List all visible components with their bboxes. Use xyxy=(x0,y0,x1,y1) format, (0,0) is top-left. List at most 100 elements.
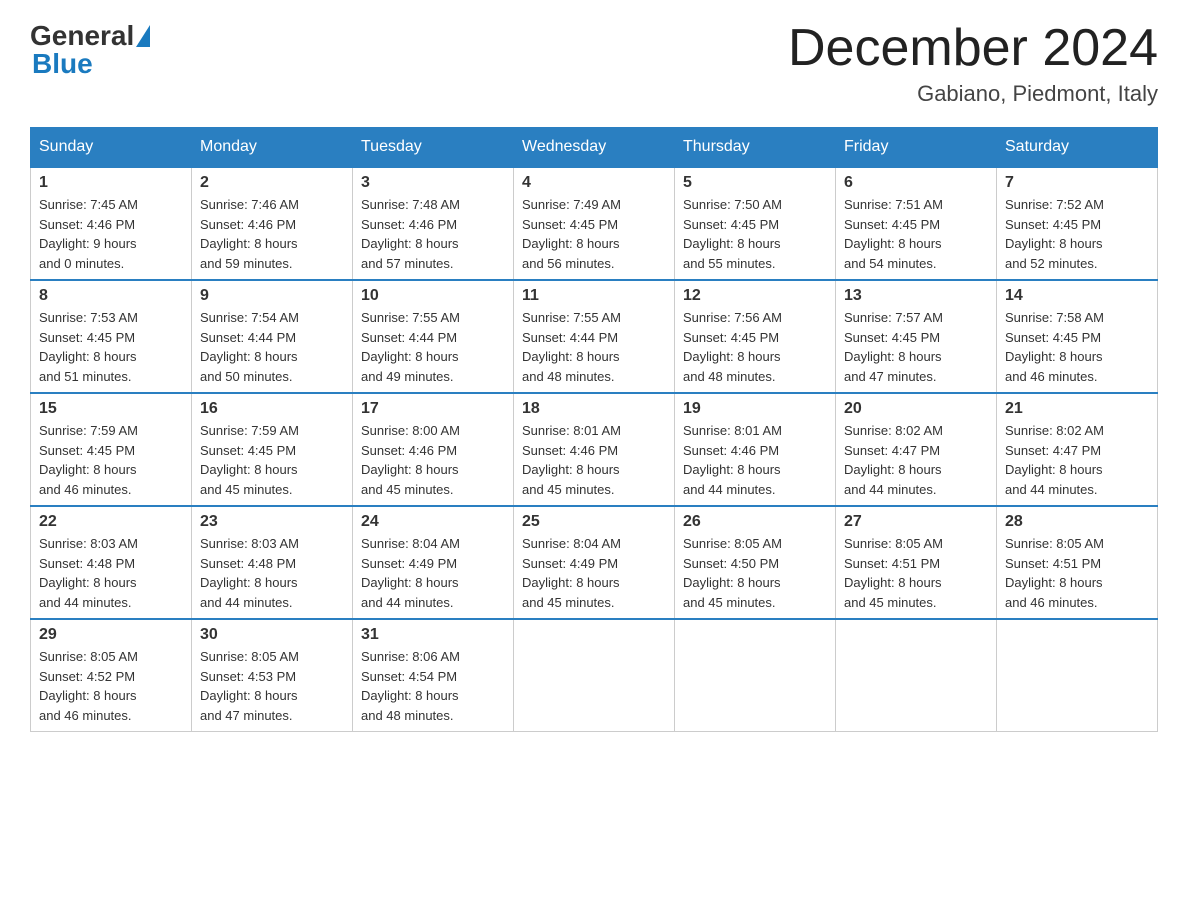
col-friday: Friday xyxy=(836,128,997,168)
day-number: 30 xyxy=(200,626,344,644)
day-number: 6 xyxy=(844,174,988,192)
day-info: Sunrise: 8:03 AMSunset: 4:48 PMDaylight:… xyxy=(200,534,344,612)
logo-blue-text: Blue xyxy=(32,48,93,79)
day-number: 12 xyxy=(683,287,827,305)
day-number: 21 xyxy=(1005,400,1149,418)
day-number: 14 xyxy=(1005,287,1149,305)
day-info: Sunrise: 7:50 AMSunset: 4:45 PMDaylight:… xyxy=(683,195,827,273)
calendar-week-1: 1 Sunrise: 7:45 AMSunset: 4:46 PMDayligh… xyxy=(31,167,1158,280)
day-number: 24 xyxy=(361,513,505,531)
calendar-cell: 28 Sunrise: 8:05 AMSunset: 4:51 PMDaylig… xyxy=(997,506,1158,619)
calendar-cell: 18 Sunrise: 8:01 AMSunset: 4:46 PMDaylig… xyxy=(514,393,675,506)
day-info: Sunrise: 7:51 AMSunset: 4:45 PMDaylight:… xyxy=(844,195,988,273)
calendar-cell: 5 Sunrise: 7:50 AMSunset: 4:45 PMDayligh… xyxy=(675,167,836,280)
day-info: Sunrise: 7:59 AMSunset: 4:45 PMDaylight:… xyxy=(39,421,183,499)
day-info: Sunrise: 8:05 AMSunset: 4:51 PMDaylight:… xyxy=(1005,534,1149,612)
page-header: General Blue December 2024 Gabiano, Pied… xyxy=(30,20,1158,107)
day-info: Sunrise: 7:48 AMSunset: 4:46 PMDaylight:… xyxy=(361,195,505,273)
month-title: December 2024 xyxy=(788,20,1158,77)
day-info: Sunrise: 8:03 AMSunset: 4:48 PMDaylight:… xyxy=(39,534,183,612)
day-number: 11 xyxy=(522,287,666,305)
calendar-cell: 4 Sunrise: 7:49 AMSunset: 4:45 PMDayligh… xyxy=(514,167,675,280)
col-sunday: Sunday xyxy=(31,128,192,168)
calendar-week-4: 22 Sunrise: 8:03 AMSunset: 4:48 PMDaylig… xyxy=(31,506,1158,619)
day-info: Sunrise: 8:06 AMSunset: 4:54 PMDaylight:… xyxy=(361,647,505,725)
calendar-cell: 20 Sunrise: 8:02 AMSunset: 4:47 PMDaylig… xyxy=(836,393,997,506)
calendar-cell: 27 Sunrise: 8:05 AMSunset: 4:51 PMDaylig… xyxy=(836,506,997,619)
calendar-cell: 12 Sunrise: 7:56 AMSunset: 4:45 PMDaylig… xyxy=(675,280,836,393)
calendar-cell: 25 Sunrise: 8:04 AMSunset: 4:49 PMDaylig… xyxy=(514,506,675,619)
day-number: 22 xyxy=(39,513,183,531)
day-info: Sunrise: 8:01 AMSunset: 4:46 PMDaylight:… xyxy=(522,421,666,499)
day-info: Sunrise: 8:00 AMSunset: 4:46 PMDaylight:… xyxy=(361,421,505,499)
calendar-cell: 1 Sunrise: 7:45 AMSunset: 4:46 PMDayligh… xyxy=(31,167,192,280)
day-info: Sunrise: 8:02 AMSunset: 4:47 PMDaylight:… xyxy=(1005,421,1149,499)
day-number: 17 xyxy=(361,400,505,418)
calendar-cell: 11 Sunrise: 7:55 AMSunset: 4:44 PMDaylig… xyxy=(514,280,675,393)
calendar-cell: 9 Sunrise: 7:54 AMSunset: 4:44 PMDayligh… xyxy=(192,280,353,393)
calendar-cell: 15 Sunrise: 7:59 AMSunset: 4:45 PMDaylig… xyxy=(31,393,192,506)
day-number: 2 xyxy=(200,174,344,192)
day-info: Sunrise: 8:02 AMSunset: 4:47 PMDaylight:… xyxy=(844,421,988,499)
day-number: 5 xyxy=(683,174,827,192)
day-info: Sunrise: 7:49 AMSunset: 4:45 PMDaylight:… xyxy=(522,195,666,273)
day-number: 1 xyxy=(39,174,183,192)
calendar-cell xyxy=(997,619,1158,732)
calendar-cell xyxy=(675,619,836,732)
calendar-week-2: 8 Sunrise: 7:53 AMSunset: 4:45 PMDayligh… xyxy=(31,280,1158,393)
day-info: Sunrise: 8:05 AMSunset: 4:53 PMDaylight:… xyxy=(200,647,344,725)
calendar-cell: 7 Sunrise: 7:52 AMSunset: 4:45 PMDayligh… xyxy=(997,167,1158,280)
day-info: Sunrise: 7:56 AMSunset: 4:45 PMDaylight:… xyxy=(683,308,827,386)
col-tuesday: Tuesday xyxy=(353,128,514,168)
day-info: Sunrise: 8:05 AMSunset: 4:51 PMDaylight:… xyxy=(844,534,988,612)
day-info: Sunrise: 8:05 AMSunset: 4:52 PMDaylight:… xyxy=(39,647,183,725)
logo-triangle-icon xyxy=(136,25,150,47)
calendar-cell: 19 Sunrise: 8:01 AMSunset: 4:46 PMDaylig… xyxy=(675,393,836,506)
day-info: Sunrise: 7:45 AMSunset: 4:46 PMDaylight:… xyxy=(39,195,183,273)
calendar-cell: 8 Sunrise: 7:53 AMSunset: 4:45 PMDayligh… xyxy=(31,280,192,393)
day-number: 29 xyxy=(39,626,183,644)
day-number: 27 xyxy=(844,513,988,531)
calendar-cell: 17 Sunrise: 8:00 AMSunset: 4:46 PMDaylig… xyxy=(353,393,514,506)
calendar-cell: 31 Sunrise: 8:06 AMSunset: 4:54 PMDaylig… xyxy=(353,619,514,732)
day-info: Sunrise: 7:55 AMSunset: 4:44 PMDaylight:… xyxy=(361,308,505,386)
location-subtitle: Gabiano, Piedmont, Italy xyxy=(788,81,1158,107)
calendar-cell: 30 Sunrise: 8:05 AMSunset: 4:53 PMDaylig… xyxy=(192,619,353,732)
title-area: December 2024 Gabiano, Piedmont, Italy xyxy=(788,20,1158,107)
day-number: 8 xyxy=(39,287,183,305)
col-monday: Monday xyxy=(192,128,353,168)
calendar-cell: 23 Sunrise: 8:03 AMSunset: 4:48 PMDaylig… xyxy=(192,506,353,619)
day-info: Sunrise: 7:57 AMSunset: 4:45 PMDaylight:… xyxy=(844,308,988,386)
calendar-week-5: 29 Sunrise: 8:05 AMSunset: 4:52 PMDaylig… xyxy=(31,619,1158,732)
calendar-cell: 14 Sunrise: 7:58 AMSunset: 4:45 PMDaylig… xyxy=(997,280,1158,393)
calendar-cell: 24 Sunrise: 8:04 AMSunset: 4:49 PMDaylig… xyxy=(353,506,514,619)
col-wednesday: Wednesday xyxy=(514,128,675,168)
calendar-cell: 13 Sunrise: 7:57 AMSunset: 4:45 PMDaylig… xyxy=(836,280,997,393)
logo: General Blue xyxy=(30,20,152,80)
day-info: Sunrise: 8:01 AMSunset: 4:46 PMDaylight:… xyxy=(683,421,827,499)
day-number: 25 xyxy=(522,513,666,531)
day-number: 3 xyxy=(361,174,505,192)
day-number: 20 xyxy=(844,400,988,418)
day-number: 19 xyxy=(683,400,827,418)
day-number: 7 xyxy=(1005,174,1149,192)
day-number: 31 xyxy=(361,626,505,644)
calendar-cell xyxy=(836,619,997,732)
day-info: Sunrise: 7:59 AMSunset: 4:45 PMDaylight:… xyxy=(200,421,344,499)
day-number: 23 xyxy=(200,513,344,531)
day-info: Sunrise: 7:54 AMSunset: 4:44 PMDaylight:… xyxy=(200,308,344,386)
calendar-cell: 26 Sunrise: 8:05 AMSunset: 4:50 PMDaylig… xyxy=(675,506,836,619)
calendar-cell: 29 Sunrise: 8:05 AMSunset: 4:52 PMDaylig… xyxy=(31,619,192,732)
day-number: 9 xyxy=(200,287,344,305)
day-number: 15 xyxy=(39,400,183,418)
day-info: Sunrise: 8:04 AMSunset: 4:49 PMDaylight:… xyxy=(522,534,666,612)
calendar-cell: 6 Sunrise: 7:51 AMSunset: 4:45 PMDayligh… xyxy=(836,167,997,280)
calendar-cell xyxy=(514,619,675,732)
day-number: 4 xyxy=(522,174,666,192)
day-number: 26 xyxy=(683,513,827,531)
day-info: Sunrise: 7:55 AMSunset: 4:44 PMDaylight:… xyxy=(522,308,666,386)
day-number: 10 xyxy=(361,287,505,305)
calendar-week-3: 15 Sunrise: 7:59 AMSunset: 4:45 PMDaylig… xyxy=(31,393,1158,506)
day-info: Sunrise: 8:05 AMSunset: 4:50 PMDaylight:… xyxy=(683,534,827,612)
col-saturday: Saturday xyxy=(997,128,1158,168)
